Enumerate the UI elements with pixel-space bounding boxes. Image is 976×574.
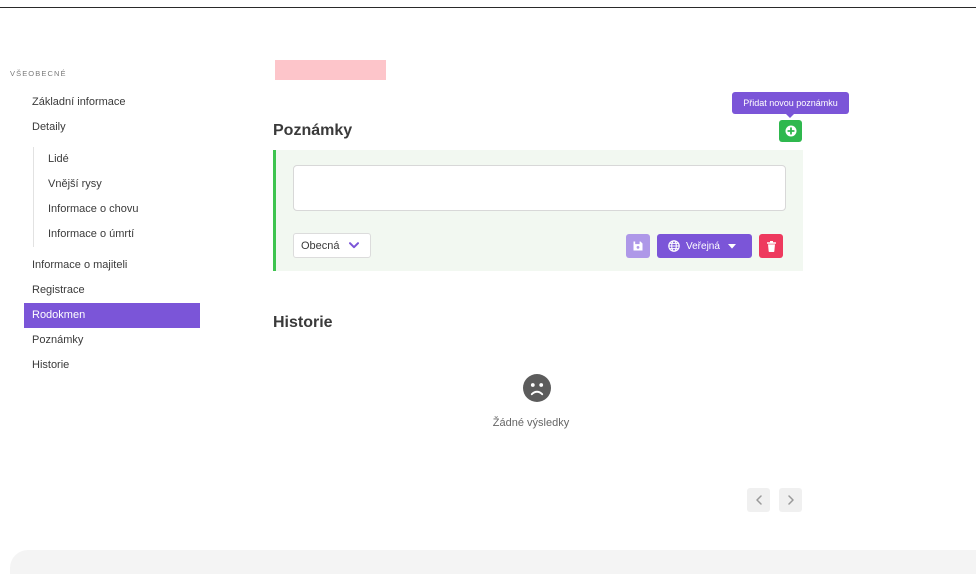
globe-icon	[668, 240, 680, 252]
chevron-left-icon	[755, 495, 762, 505]
sidebar-item-zakladni-informace[interactable]: Základní informace	[24, 90, 200, 115]
top-divider	[0, 7, 976, 8]
chevron-right-icon	[787, 495, 794, 505]
visibility-value: Veřejná	[686, 240, 720, 252]
notes-heading: Poznámky	[273, 122, 353, 139]
sidebar-item-historie[interactable]: Historie	[24, 353, 200, 378]
caret-down-icon	[727, 243, 736, 249]
sidebar-detail-sublist: Lidé Vnější rysy Informace o chovu Infor…	[33, 147, 200, 247]
delete-note-button[interactable]	[759, 234, 783, 258]
pagination-next-button[interactable]	[779, 488, 802, 512]
trash-icon	[766, 240, 776, 252]
redacted-block	[275, 60, 386, 80]
add-note-button[interactable]	[779, 120, 802, 142]
sidebar-item-rodokmen[interactable]: Rodokmen	[24, 303, 200, 328]
history-heading: Historie	[273, 314, 333, 331]
sidebar-item-poznamky[interactable]: Poznámky	[24, 328, 200, 353]
add-note-tooltip-text: Přidat novou poznámku	[743, 98, 838, 108]
sidebar-subitem-informace-o-umrti[interactable]: Informace o úmrtí	[34, 222, 200, 247]
save-note-button[interactable]	[626, 234, 650, 258]
note-category-select[interactable]: Obecná	[293, 233, 371, 258]
sidebar-item-informace-o-majiteli[interactable]: Informace o majiteli	[24, 253, 200, 278]
chevron-down-icon	[349, 242, 359, 249]
sad-face-icon	[523, 374, 551, 402]
plus-circle-icon	[785, 125, 796, 137]
note-text-input[interactable]	[293, 165, 786, 211]
footer-panel	[10, 550, 976, 574]
empty-results-text: Žádné výsledky	[492, 417, 570, 429]
sidebar-subitem-lide[interactable]: Lidé	[34, 147, 200, 172]
note-editor-card: Obecná Veřejná	[273, 150, 803, 271]
sidebar-item-detaily[interactable]: Detaily	[24, 115, 200, 140]
floppy-disk-icon	[633, 241, 643, 251]
sidebar-more-list: Informace o majiteli Registrace Rodokmen…	[24, 253, 200, 378]
pagination-prev-button[interactable]	[747, 488, 770, 512]
sidebar-subitem-informace-o-chovu[interactable]: Informace o chovu	[34, 197, 200, 222]
sidebar-top-list: Základní informace Detaily	[24, 90, 200, 140]
sidebar-item-registrace[interactable]: Registrace	[24, 278, 200, 303]
sidebar-section-label: VŠEOBECNÉ	[10, 69, 67, 78]
sidebar-subitem-vnejsi-rysy[interactable]: Vnější rysy	[34, 172, 200, 197]
note-category-value: Obecná	[301, 239, 340, 252]
tooltip-arrow	[786, 114, 794, 118]
add-note-tooltip: Přidat novou poznámku	[732, 92, 849, 118]
visibility-dropdown-button[interactable]: Veřejná	[657, 234, 752, 258]
